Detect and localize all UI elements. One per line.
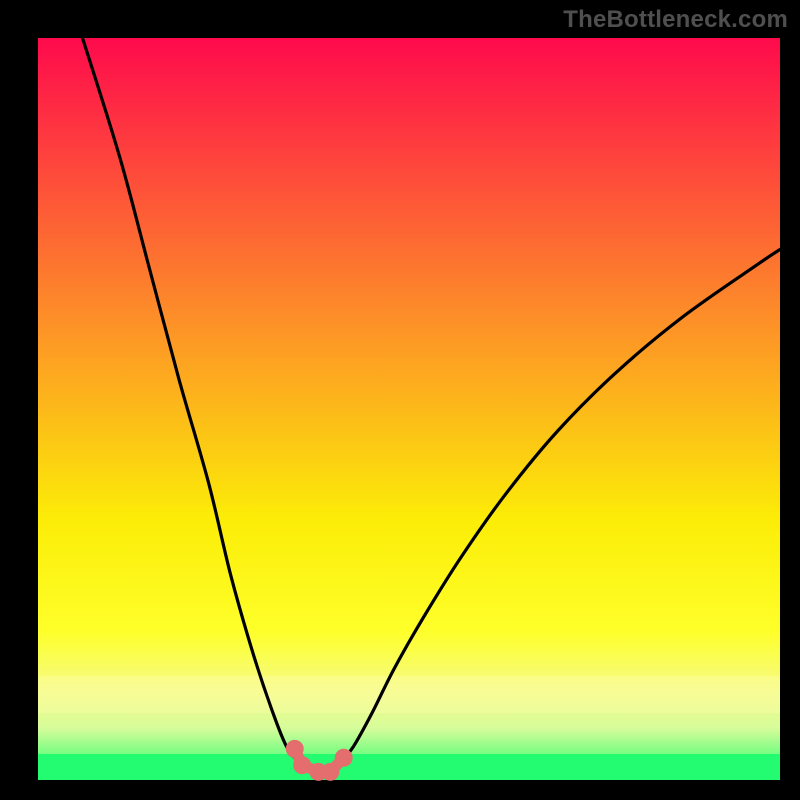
marker-dot: [286, 740, 304, 758]
marker-dot: [321, 763, 339, 781]
marker-dot: [335, 749, 353, 767]
marker-dot: [293, 756, 311, 774]
green-baseline-band: [38, 754, 780, 780]
chart-frame: TheBottleneck.com: [0, 0, 800, 800]
chart-canvas: [0, 0, 800, 800]
highlight-band: [38, 676, 780, 713]
plot-background: [38, 38, 780, 780]
